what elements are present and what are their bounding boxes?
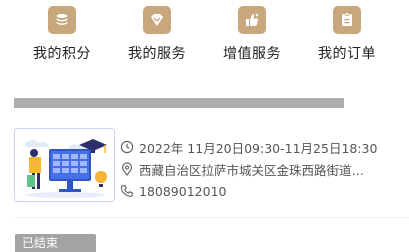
diamond-icon — [143, 6, 171, 34]
event-address-row: 西藏自治区拉萨市城关区金珠西路街道… — [120, 158, 405, 180]
event-info: 2022年 11月20日09:30-11月25日18:30 西藏自治区拉萨市城关… — [120, 136, 405, 202]
nav-my-orders-label: 我的订单 — [318, 46, 376, 62]
nav-my-services-label: 我的服务 — [128, 46, 186, 62]
nav-value-added-services[interactable]: 增值服务 — [204, 0, 300, 63]
nav-my-points-label: 我的积分 — [33, 46, 91, 62]
nav-my-orders[interactable]: 我的订单 — [299, 0, 395, 63]
phone-icon — [120, 184, 134, 198]
nav-my-points[interactable]: 我的积分 — [14, 0, 110, 63]
event-address: 西藏自治区拉萨市城关区金珠西路街道… — [139, 162, 365, 178]
nav-my-services[interactable]: 我的服务 — [109, 0, 205, 63]
quick-nav: 我的积分 我的服务 增值服务 我的订单 — [0, 0, 409, 72]
event-thumbnail[interactable] — [14, 128, 115, 202]
thumbs-up-icon — [238, 6, 266, 34]
order-list-icon — [333, 6, 361, 34]
event-phone[interactable]: 18089012010 — [139, 184, 226, 199]
status-badge: 已结束 — [15, 234, 96, 252]
coins-icon — [48, 6, 76, 34]
event-time-row: 2022年 11月20日09:30-11月25日18:30 — [120, 136, 405, 158]
location-pin-icon — [120, 162, 134, 176]
event-time: 2022年 11月20日09:30-11月25日18:30 — [139, 140, 378, 156]
nav-value-added-services-label: 增值服务 — [223, 46, 281, 62]
event-phone-row: 18089012010 — [120, 180, 405, 202]
event-title-clipped — [14, 84, 374, 108]
clock-icon — [120, 140, 134, 154]
divider — [14, 217, 409, 218]
